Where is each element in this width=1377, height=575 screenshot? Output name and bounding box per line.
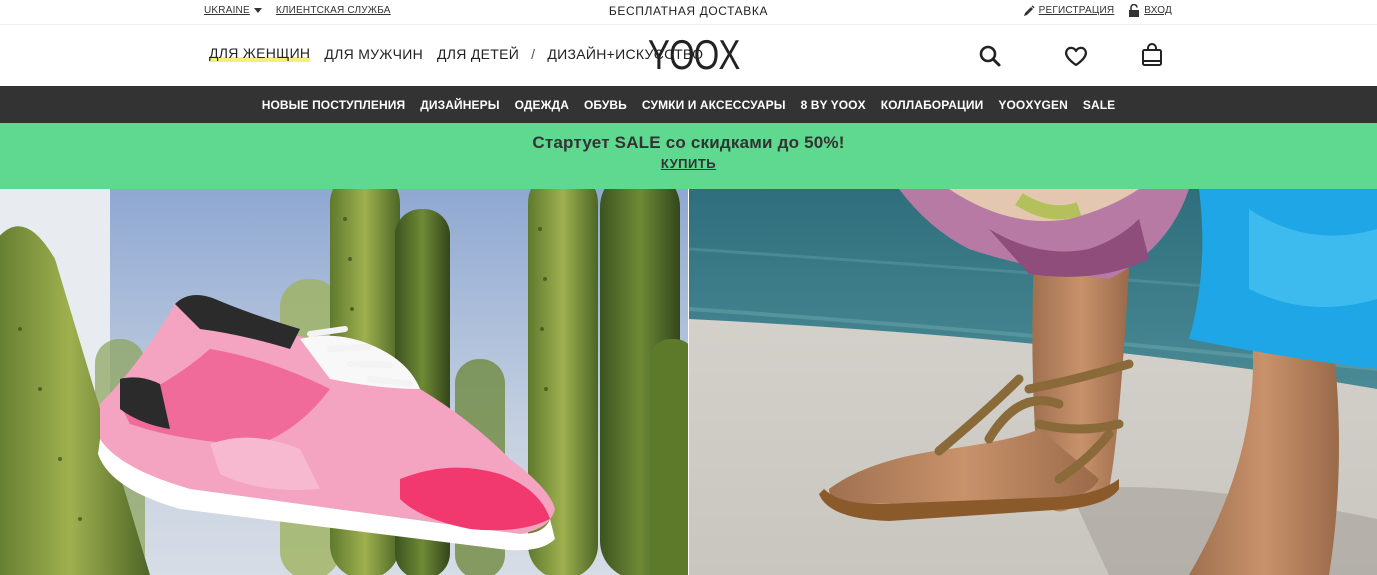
free-shipping-notice: БЕСПЛАТНАЯ ДОСТАВКА — [608, 4, 769, 18]
sandal-photo — [689, 189, 1377, 575]
login-link[interactable]: ВХОД — [1128, 4, 1172, 17]
utility-bar: UKRAINE КЛИЕНТСКАЯ СЛУЖБА БЕСПЛАТНАЯ ДОС… — [0, 0, 1377, 24]
category-designers[interactable]: ДИЗАЙНЕРЫ — [420, 98, 499, 112]
promo-title: Стартует SALE со скидками до 50%! — [532, 133, 845, 152]
category-bags-accessories[interactable]: СУМКИ И АКСЕССУАРЫ — [642, 98, 786, 112]
sneaker-photo — [0, 189, 688, 575]
caret-down-icon — [253, 8, 262, 13]
nav-kids[interactable]: ДЛЯ ДЕТЕЙ — [437, 46, 519, 62]
site-header: ДЛЯ ЖЕНЩИН ДЛЯ МУЖЧИН ДЛЯ ДЕТЕЙ / ДИЗАЙН… — [0, 24, 1377, 86]
search-icon[interactable] — [976, 42, 1004, 70]
category-shoes[interactable]: ОБУВЬ — [584, 98, 627, 112]
login-label: ВХОД — [1144, 5, 1172, 16]
nav-women[interactable]: ДЛЯ ЖЕНЩИН — [209, 45, 311, 62]
yoox-logo[interactable]: YOOX — [648, 33, 740, 77]
customer-service-link[interactable]: КЛИЕНТСКАЯ СЛУЖБА — [276, 5, 391, 16]
nav-separator: / — [531, 45, 536, 62]
utility-right: РЕГИСТРАЦИЯ ВХОД — [1023, 4, 1172, 17]
utility-left: UKRAINE КЛИЕНТСКАЯ СЛУЖБА — [204, 5, 391, 16]
register-label: РЕГИСТРАЦИЯ — [1038, 5, 1115, 16]
register-link[interactable]: РЕГИСТРАЦИЯ — [1023, 4, 1115, 17]
shopping-bag-icon[interactable] — [1138, 41, 1166, 69]
heart-icon[interactable] — [1062, 42, 1090, 70]
category-bar: НОВЫЕ ПОСТУПЛЕНИЯ ДИЗАЙНЕРЫ ОДЕЖДА ОБУВЬ… — [0, 86, 1377, 123]
lock-icon — [1129, 4, 1140, 17]
category-sale[interactable]: SALE — [1083, 98, 1115, 112]
category-collaborations[interactable]: КОЛЛАБОРАЦИИ — [881, 98, 984, 112]
category-new-arrivals[interactable]: НОВЫЕ ПОСТУПЛЕНИЯ — [262, 98, 406, 112]
hero-image-sneaker[interactable] — [0, 189, 688, 575]
pencil-icon — [1023, 4, 1035, 16]
country-selector[interactable]: UKRAINE — [204, 5, 262, 16]
hero-image-sandal[interactable] — [689, 189, 1377, 575]
country-label: UKRAINE — [204, 5, 250, 16]
promo-banner[interactable]: Стартует SALE со скидками до 50%! КУПИТЬ — [0, 123, 1377, 189]
category-yooxygen[interactable]: YOOXYGEN — [998, 98, 1067, 112]
gender-nav: ДЛЯ ЖЕНЩИН ДЛЯ МУЖЧИН ДЛЯ ДЕТЕЙ / ДИЗАЙН… — [209, 45, 703, 62]
nav-men[interactable]: ДЛЯ МУЖЧИН — [324, 46, 423, 62]
category-clothing[interactable]: ОДЕЖДА — [515, 98, 569, 112]
promo-buy-link[interactable]: КУПИТЬ — [661, 156, 716, 171]
category-8-by-yoox[interactable]: 8 BY YOOX — [801, 98, 866, 112]
